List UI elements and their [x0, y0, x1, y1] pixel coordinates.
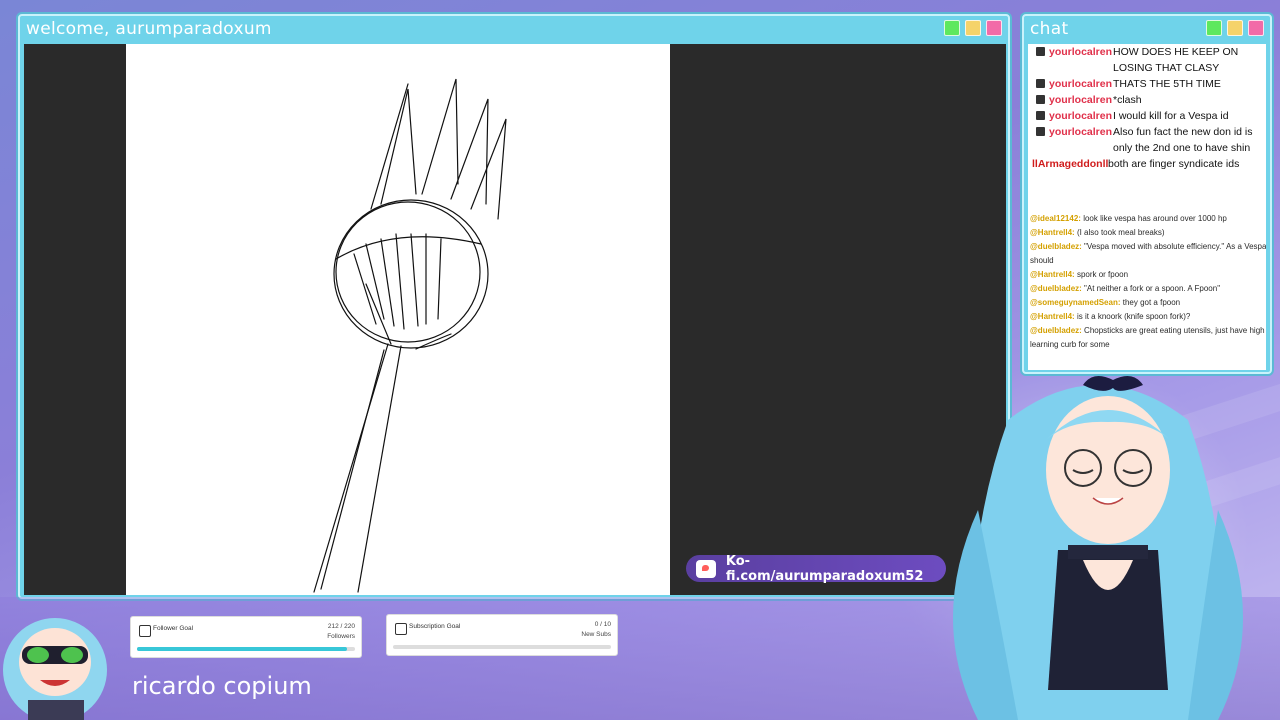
- minimize-button[interactable]: [965, 20, 981, 36]
- secondary-chat-line: @someguynamedSean: they got a fpoon: [1030, 296, 1266, 310]
- secondary-chat-line: @duelbladez: "Vespa moved with absolute …: [1030, 240, 1266, 268]
- chat-username: yourlocalren: [1049, 126, 1113, 138]
- secondary-chat-text: they got a fpoon: [1122, 298, 1181, 307]
- vtuber-avatar: [953, 376, 1243, 720]
- chat-username: yourlocalren: [1049, 94, 1113, 106]
- secondary-chat-line: @Hantrell4: spork or fpoon: [1030, 268, 1266, 282]
- chat-text: I would kill for a Vespa id: [1113, 110, 1229, 122]
- chat-username: llArmageddonll: [1032, 158, 1109, 170]
- chibi-avatar: [3, 618, 107, 720]
- kofi-banner[interactable]: Ko-fi.com/aurumparadoxum52: [686, 553, 946, 584]
- chat-username: yourlocalren: [1049, 78, 1113, 90]
- chat-username: yourlocalren: [1049, 46, 1113, 58]
- star-icon: [395, 623, 407, 635]
- close-button[interactable]: [1248, 20, 1264, 36]
- chat-window-title: chat: [1030, 19, 1069, 39]
- secondary-chat-user: @duelbladez:: [1030, 326, 1082, 335]
- secondary-chat-user: @duelbladez:: [1030, 284, 1082, 293]
- stream-capture: [24, 44, 1006, 595]
- secondary-chat-text: "At neither a fork or a spoon. A Fpoon": [1084, 284, 1221, 293]
- user-badge-icon: [1036, 47, 1045, 56]
- secondary-chat-user: @Hantrell4:: [1030, 312, 1075, 321]
- chat-text: *clash: [1113, 94, 1142, 106]
- chat-text: both are finger syndicate ids: [1108, 158, 1240, 170]
- user-badge-icon: [1036, 127, 1045, 136]
- secondary-chat-overlay: @ideal12142: look like vespa has around …: [1028, 212, 1266, 370]
- secondary-chat-line: @duelbladez: Chopsticks are great eating…: [1030, 324, 1266, 352]
- chat-username: yourlocalren: [1049, 110, 1113, 122]
- chat-content[interactable]: yourlocalren HOW DOES HE KEEP ON LOSING …: [1028, 44, 1266, 370]
- chat-text: HOW DOES HE KEEP ON LOSING THAT CLASY: [1113, 46, 1239, 74]
- close-button[interactable]: [986, 20, 1002, 36]
- chat-message: llArmageddonll both are finger syndicate…: [1028, 156, 1266, 172]
- secondary-chat-line: @Hantrell4: is it a knoork (knife spoon …: [1030, 310, 1266, 324]
- fork-sketch: [313, 78, 507, 593]
- main-window: welcome, aurumparadoxum: [18, 14, 1010, 599]
- follower-goal-value: 212 / 220: [327, 623, 355, 630]
- chat-text: Also fun fact the new don id is only the…: [1113, 126, 1253, 154]
- subscription-goal-label: Subscription Goal: [409, 623, 461, 630]
- chat-message-list: yourlocalren HOW DOES HE KEEP ON LOSING …: [1028, 44, 1266, 172]
- follower-goal-widget: Follower Goal 212 / 220 Followers: [130, 616, 362, 658]
- heart-icon: [139, 625, 151, 637]
- main-window-title: welcome, aurumparadoxum: [26, 19, 272, 39]
- chat-window-controls: [1206, 20, 1264, 36]
- chat-message: yourlocalren Also fun fact the new don i…: [1028, 124, 1266, 156]
- chat-titlebar: chat: [1024, 16, 1270, 42]
- maximize-button[interactable]: [1206, 20, 1222, 36]
- follower-goal-count: 212 / 220 Followers: [327, 622, 355, 642]
- secondary-chat-line: @duelbladez: "At neither a fork or a spo…: [1030, 282, 1266, 296]
- follower-goal-unit: Followers: [327, 633, 355, 640]
- minimize-button[interactable]: [1227, 20, 1243, 36]
- chat-message: yourlocalren I would kill for a Vespa id: [1028, 108, 1266, 124]
- secondary-chat-user: @ideal12142:: [1030, 214, 1081, 223]
- subscription-goal-count: 0 / 10 New Subs: [581, 620, 611, 640]
- subscription-goal-track: [393, 645, 611, 649]
- follower-goal-label: Follower Goal: [153, 625, 194, 632]
- chat-message: yourlocalren THATS THE 5TH TIME: [1028, 76, 1266, 92]
- subscription-goal-unit: New Subs: [581, 631, 611, 638]
- follower-goal-progress: [137, 647, 348, 651]
- secondary-chat-text: look like vespa has around over 1000 hp: [1083, 214, 1227, 223]
- secondary-chat-user: @duelbladez:: [1030, 242, 1082, 251]
- secondary-chat-text: spork or fpoon: [1076, 270, 1129, 279]
- follower-goal-track: [137, 647, 355, 651]
- viewer-nickname: ricardo copium: [132, 672, 312, 700]
- secondary-chat-line: @Hantrell4: (I also took meal breaks): [1030, 226, 1266, 240]
- chat-text: THATS THE 5TH TIME: [1113, 78, 1221, 90]
- chat-message: yourlocalren HOW DOES HE KEEP ON LOSING …: [1028, 44, 1266, 76]
- maximize-button[interactable]: [944, 20, 960, 36]
- secondary-chat-text: (I also took meal breaks): [1076, 228, 1165, 237]
- secondary-chat-line: @ideal12142: look like vespa has around …: [1030, 212, 1266, 226]
- secondary-chat-user: @Hantrell4:: [1030, 228, 1075, 237]
- chat-message: yourlocalren *clash: [1028, 92, 1266, 108]
- subscription-goal-value: 0 / 10: [594, 621, 611, 628]
- kofi-cup-icon: [696, 559, 716, 578]
- user-badge-icon: [1036, 95, 1045, 104]
- secondary-chat-text: is it a knoork (knife spoon fork)?: [1076, 312, 1191, 321]
- kofi-link: Ko-fi.com/aurumparadoxum52: [725, 553, 924, 584]
- subscription-goal-widget: Subscription Goal 0 / 10 New Subs: [386, 614, 618, 656]
- chat-window: chat yourlocalren HOW DOES HE KEEP ON LO…: [1022, 14, 1272, 374]
- user-badge-icon: [1036, 111, 1045, 120]
- main-window-controls: [944, 20, 1002, 36]
- main-titlebar: welcome, aurumparadoxum: [20, 16, 1008, 42]
- secondary-chat-user: @Hantrell4:: [1030, 270, 1075, 279]
- secondary-chat-user: @someguynamedSean:: [1030, 298, 1121, 307]
- drawing-canvas[interactable]: [126, 44, 670, 595]
- user-badge-icon: [1036, 79, 1045, 88]
